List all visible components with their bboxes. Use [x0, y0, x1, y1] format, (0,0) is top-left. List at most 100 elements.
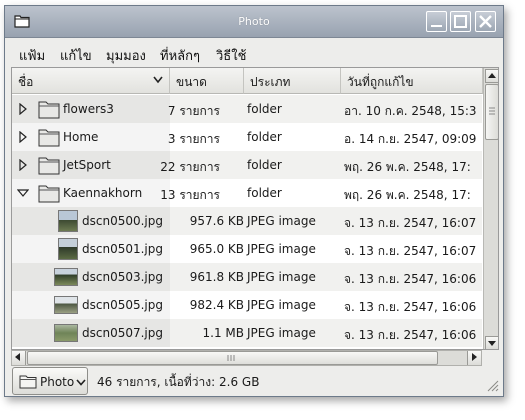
menu-file[interactable]: แฟ้ม — [19, 45, 45, 66]
row-name: dscn0507.jpg — [82, 326, 163, 340]
image-thumbnail — [54, 296, 78, 314]
row-size: 1.1 MB — [202, 326, 244, 340]
folder-icon — [38, 101, 60, 119]
folder-icon — [38, 185, 60, 203]
arrow-up-icon — [488, 73, 496, 78]
table-row[interactable]: dscn0500.jpg 957.6 KB JPEG image จ. 13 ก… — [12, 207, 482, 235]
image-thumbnail — [54, 268, 78, 286]
table-row[interactable]: Kaennakhorn 13 รายการ folder พฤ. 26 พ.ค.… — [12, 179, 482, 207]
menu-edit[interactable]: แก้ไข — [60, 45, 92, 66]
column-name-label: ชื่อ — [18, 75, 34, 89]
image-thumbnail — [54, 324, 78, 342]
minimize-button[interactable] — [426, 11, 447, 32]
row-date: พฤ. 26 พ.ค. 2548, 17: — [344, 188, 471, 202]
row-type: JPEG image — [247, 242, 316, 256]
sort-descending-icon — [153, 76, 163, 84]
table-row[interactable]: JetSport 22 รายการ folder พฤ. 26 พ.ค. 25… — [12, 151, 482, 179]
row-name: Home — [63, 130, 99, 144]
row-date: จ. 13 ก.ย. 2547, 16:06 — [344, 272, 477, 286]
row-type: folder — [247, 158, 282, 172]
row-date: อา. 10 ก.ค. 2548, 15:3 — [344, 104, 477, 118]
chevron-down-icon — [76, 379, 86, 386]
close-icon — [479, 15, 492, 28]
expander-collapsed-icon[interactable] — [17, 131, 29, 143]
image-thumbnail — [58, 210, 78, 232]
minimize-icon — [431, 25, 442, 27]
file-rows: flowers3 7 รายการ folder อา. 10 ก.ค. 254… — [12, 95, 482, 349]
column-modified-label: วันที่ถูกแก้ไข — [347, 75, 414, 89]
row-type: JPEG image — [247, 270, 316, 284]
row-date: จ. 13 ก.ย. 2547, 16:06 — [344, 300, 477, 314]
file-list[interactable]: ชื่อ ขนาด ประเภท วันที่ถูกแก้ไข flowers3… — [11, 67, 499, 350]
row-size: 961.8 KB — [189, 270, 244, 284]
table-row[interactable]: flowers3 7 รายการ folder อา. 10 ก.ค. 254… — [12, 95, 482, 123]
row-name: dscn0501.jpg — [82, 242, 163, 256]
row-size: 982.4 KB — [189, 298, 244, 312]
horizontal-scrollbar[interactable] — [11, 350, 482, 366]
row-type: JPEG image — [247, 326, 316, 340]
folder-icon — [38, 157, 60, 175]
row-date: จ. 13 ก.ย. 2547, 16:07 — [344, 244, 477, 258]
menu-help[interactable]: วิธีใช้ — [216, 45, 246, 66]
resize-grip-icon[interactable] — [485, 378, 499, 392]
row-size: 957.6 KB — [189, 214, 244, 228]
row-type: JPEG image — [247, 214, 316, 228]
close-button[interactable] — [475, 11, 496, 32]
table-row[interactable]: Home 3 รายการ folder อ. 14 ก.ย. 2547, 09… — [12, 123, 482, 151]
image-thumbnail — [58, 238, 78, 260]
row-name: dscn0503.jpg — [82, 270, 163, 284]
table-row[interactable]: dscn0507.jpg 1.1 MB JPEG image จ. 13 ก.ย… — [12, 319, 482, 347]
scroll-left-button[interactable] — [12, 351, 26, 365]
expander-collapsed-icon[interactable] — [17, 159, 29, 171]
scroll-up-button[interactable] — [485, 69, 498, 83]
row-size: 22 รายการ — [160, 160, 220, 174]
status-text: 46 รายการ, เนื้อที่ว่าง: 2.6 GB — [97, 375, 260, 389]
expander-collapsed-icon[interactable] — [17, 103, 29, 115]
row-size: 3 รายการ — [167, 132, 220, 146]
row-type: folder — [247, 186, 282, 200]
row-date: จ. 13 ก.ย. 2547, 16:07 — [344, 216, 477, 230]
row-name: flowers3 — [63, 102, 114, 116]
scroll-down-button[interactable] — [485, 336, 498, 349]
row-name: dscn0500.jpg — [82, 214, 163, 228]
row-date: จ. 13 ก.ย. 2547, 16:06 — [344, 328, 477, 342]
location-path-label: Photo — [40, 375, 75, 389]
row-type: folder — [247, 130, 282, 144]
table-row[interactable]: dscn0505.jpg 982.4 KB JPEG image จ. 13 ก… — [12, 291, 482, 319]
file-manager-window: Photo แฟ้ม แก้ไข มุมมอง ที่หลักๆ วิธีใช้… — [4, 5, 504, 397]
column-header-modified[interactable]: วันที่ถูกแก้ไข — [341, 68, 483, 94]
column-header-size[interactable]: ขนาด — [170, 68, 244, 94]
arrow-left-icon — [15, 353, 20, 361]
row-size: 7 รายการ — [167, 104, 220, 118]
location-path-button[interactable]: Photo — [12, 367, 88, 395]
menu-bar: แฟ้ม แก้ไข มุมมอง ที่หลักๆ วิธีใช้ — [5, 39, 503, 65]
row-size: 13 รายการ — [160, 188, 220, 202]
grip-lines-icon — [489, 107, 495, 115]
row-type: folder — [247, 102, 282, 116]
arrow-right-icon — [472, 353, 477, 361]
column-header-type[interactable]: ประเภท — [244, 68, 341, 94]
expander-expanded-icon[interactable] — [17, 187, 29, 199]
row-name: Kaennakhorn — [63, 186, 143, 200]
column-size-label: ขนาด — [176, 75, 207, 89]
maximize-icon — [454, 15, 467, 28]
row-name: JetSport — [63, 158, 111, 172]
column-type-label: ประเภท — [250, 75, 291, 89]
table-row[interactable]: dscn0501.jpg 965.0 KB JPEG image จ. 13 ก… — [12, 235, 482, 263]
maximize-button[interactable] — [450, 11, 471, 32]
folder-icon — [38, 129, 60, 147]
arrow-down-icon — [488, 341, 496, 346]
grip-lines-icon — [227, 355, 235, 361]
column-header-name[interactable]: ชื่อ — [12, 68, 170, 94]
menu-view[interactable]: มุมมอง — [106, 45, 146, 66]
vertical-scrollbar[interactable] — [483, 68, 498, 349]
menu-places[interactable]: ที่หลักๆ — [160, 45, 200, 66]
row-type: JPEG image — [247, 298, 316, 312]
scroll-right-button[interactable] — [467, 351, 481, 365]
horizontal-scroll-thumb[interactable] — [27, 351, 438, 365]
row-date: พฤ. 26 พ.ค. 2548, 17: — [344, 160, 471, 174]
table-row[interactable]: dscn0503.jpg 961.8 KB JPEG image จ. 13 ก… — [12, 263, 482, 291]
vertical-scroll-thumb[interactable] — [485, 84, 498, 140]
title-bar[interactable]: Photo — [5, 6, 503, 38]
row-date: อ. 14 ก.ย. 2547, 09:09 — [344, 132, 477, 146]
